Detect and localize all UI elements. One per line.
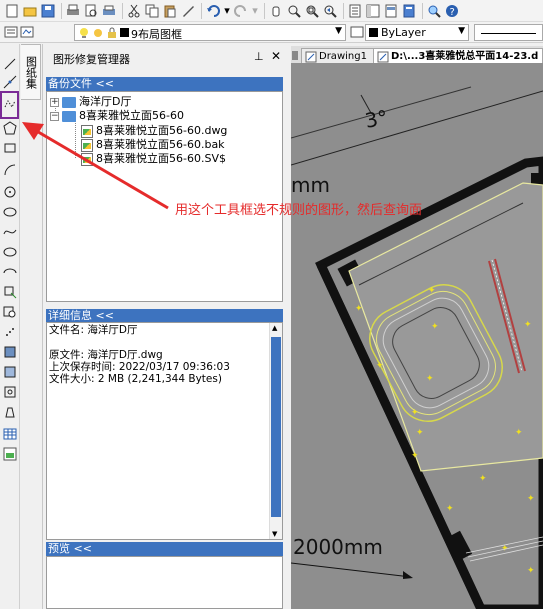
- annotation-text: 用这个工具框选不规则的图形，然后查询面: [175, 203, 423, 218]
- annotation-arrow: [22, 122, 169, 210]
